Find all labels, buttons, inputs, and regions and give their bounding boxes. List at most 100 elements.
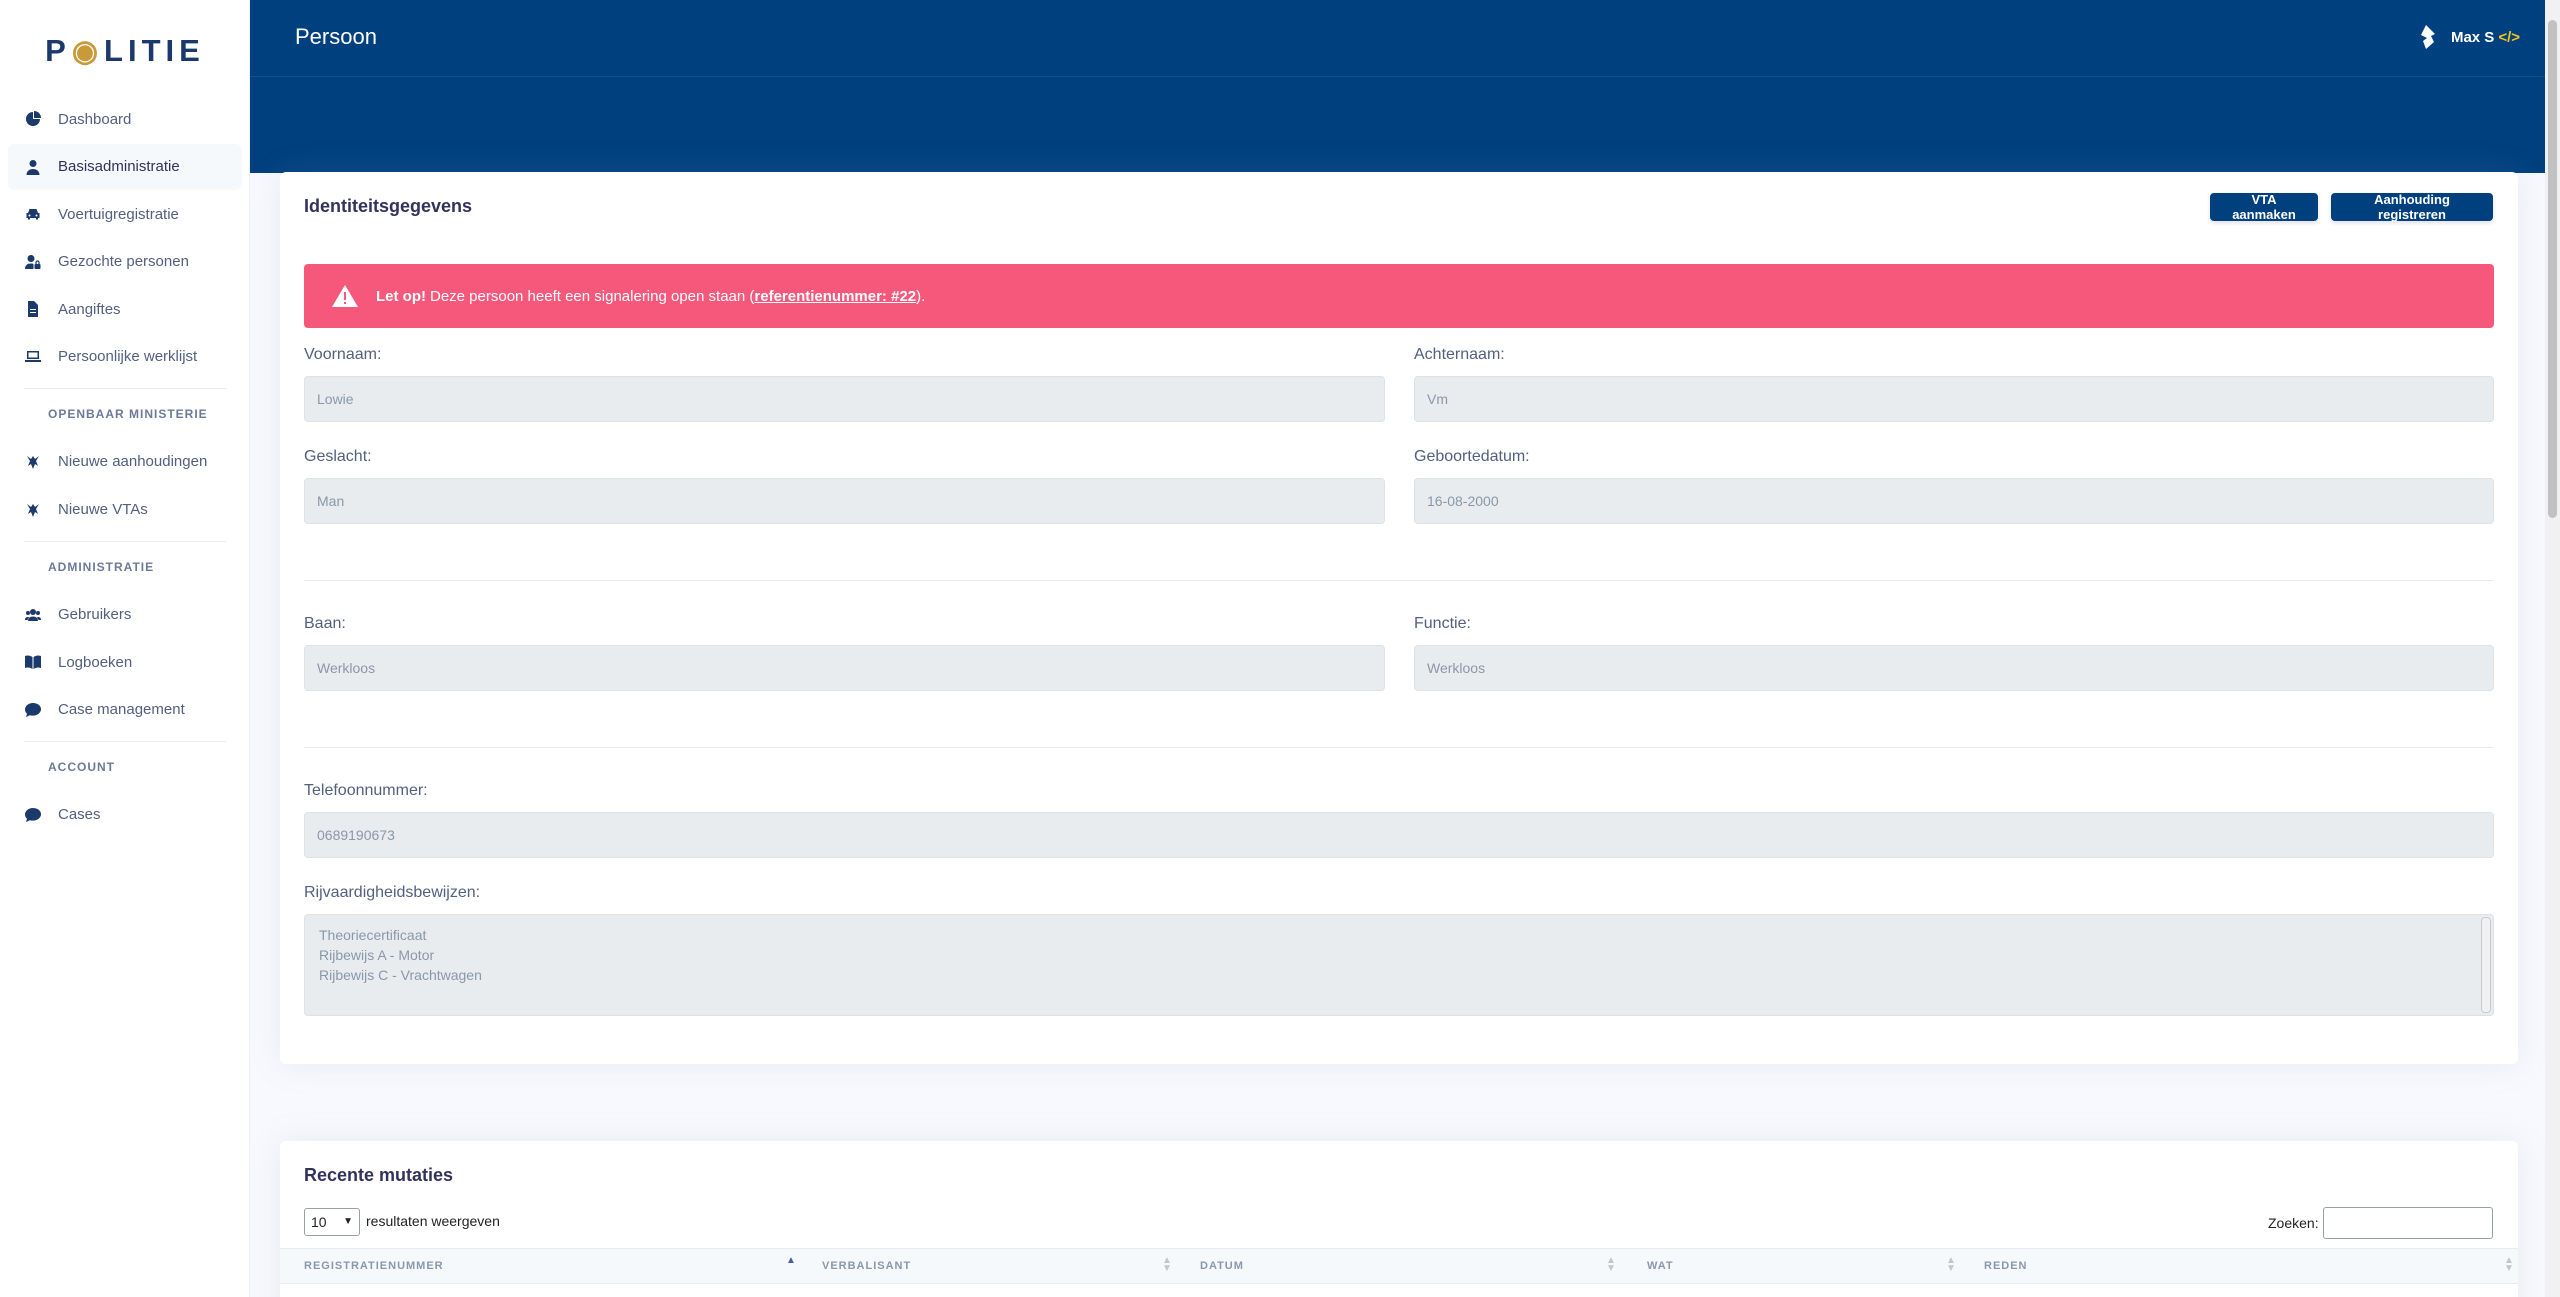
scrollbar-thumb[interactable]: [2548, 20, 2557, 518]
comment-icon: [24, 806, 42, 824]
function-label: Functie:: [1414, 615, 1471, 632]
sidebar-item-voertuigregistratie[interactable]: Voertuigregistratie: [8, 191, 242, 237]
mutations-card-title: Recente mutaties: [304, 1165, 454, 1185]
col-datum[interactable]: DATUM: [1200, 1260, 1244, 1272]
sort-icon[interactable]: ▲ ▼: [1162, 1256, 1172, 1274]
dob-field[interactable]: 16-08-2000: [1414, 478, 2494, 524]
sort-icon[interactable]: ▲ ▼: [1946, 1256, 1956, 1274]
firstname-label: Voornaam:: [304, 346, 382, 363]
user-lock-icon: [24, 253, 42, 271]
sidebar-item-aangiftes[interactable]: Aangiftes: [8, 286, 242, 332]
section-divider: [304, 747, 2494, 748]
licenses-textarea[interactable]: Theoriecertificaat Rijbewijs A - Motor R…: [304, 914, 2494, 1016]
om-emblem-icon: [24, 453, 42, 471]
create-vta-button[interactable]: VTA aanmaken: [2210, 192, 2318, 222]
job-label: Baan:: [304, 615, 346, 632]
sidebar-item-persoonlijke-werklijst[interactable]: Persoonlijke werklijst: [8, 334, 242, 380]
sort-asc-icon[interactable]: ▲: [786, 1256, 796, 1266]
user-name: Max S: [2450, 28, 2495, 46]
user-icon: [24, 158, 42, 176]
sidebar-item-cases[interactable]: Cases: [8, 792, 242, 838]
sidebar-item-gebruikers[interactable]: Gebruikers: [8, 592, 242, 638]
search-label: Zoeken:: [2268, 1215, 2319, 1231]
sort-icon[interactable]: ▲ ▼: [1606, 1256, 1616, 1274]
col-registratienummer[interactable]: REGISTRATIENUMMER: [304, 1260, 444, 1272]
sidebar-item-label: Nieuwe aanhoudingen: [58, 453, 208, 471]
sidebar-item-label: Gebruikers: [58, 606, 132, 624]
sidebar-item-label: Case management: [58, 701, 185, 719]
job-field[interactable]: Werkloos: [304, 645, 1385, 691]
page-length-value: 10: [311, 1214, 327, 1230]
warning-icon: [332, 285, 358, 307]
sidebar-item-label: Nieuwe VTAs: [58, 501, 148, 519]
om-emblem-icon: [24, 501, 42, 519]
register-arrest-button[interactable]: Aanhouding registreren: [2331, 192, 2493, 222]
license-item: Rijbewijs A - Motor: [319, 947, 435, 963]
table-header: REGISTRATIENUMMER ▲ VERBALISANT ▲ ▼ DATUM…: [280, 1248, 2518, 1284]
code-icon: </>: [2498, 28, 2520, 46]
flame-icon: ◉: [71, 34, 104, 68]
textarea-scrollbar[interactable]: [2481, 917, 2491, 1013]
sidebar-item-label: Basisadministratie: [58, 158, 180, 176]
firstname-field[interactable]: Lowie: [304, 376, 1385, 422]
politie-logo[interactable]: P ◉ LITIE: [45, 26, 200, 76]
lastname-field[interactable]: Vm: [1414, 376, 2494, 422]
logo-text-left: P: [45, 33, 71, 68]
sidebar-item-nieuwe-aanhoudingen[interactable]: Nieuwe aanhoudingen: [8, 439, 242, 485]
phone-label: Telefoonnummer:: [304, 782, 428, 799]
col-reden[interactable]: REDEN: [1984, 1260, 2028, 1272]
page-title: Persoon: [295, 24, 377, 49]
sidebar-item-nieuwe-vtas[interactable]: Nieuwe VTAs: [8, 487, 242, 533]
nav-heading-admin: ADMINISTRATIE: [48, 559, 155, 574]
sidebar-item-label: Aangiftes: [58, 300, 121, 318]
chevron-down-icon: ▼: [343, 1216, 353, 1227]
alert-prefix: Let op!: [376, 287, 426, 305]
chart-pie-icon: [24, 110, 42, 128]
col-wat[interactable]: WAT: [1647, 1260, 1674, 1272]
sidebar-item-label: Gezochte personen: [58, 253, 189, 271]
file-icon: [24, 300, 42, 318]
license-item: Rijbewijs C - Vrachtwagen: [319, 967, 482, 983]
car-icon: [24, 205, 42, 223]
function-field[interactable]: Werkloos: [1414, 645, 2494, 691]
nav-heading-om: OPENBAAR MINISTERIE: [48, 406, 208, 421]
sidebar: P ◉ LITIE Dashboard Basisadministratie Voe…: [0, 0, 250, 1297]
signal-alert: Let op! Deze persoon heeft een signaleri…: [304, 264, 2494, 328]
sidebar-item-label: Persoonlijke werklijst: [58, 348, 198, 366]
nav-heading-account: ACCOUNT: [48, 759, 115, 774]
logo-text-right: LITIE: [104, 33, 205, 68]
page-scrollbar[interactable]: [2545, 0, 2560, 1297]
dob-label: Geboortedatum:: [1414, 448, 1530, 465]
sidebar-item-case-management[interactable]: Case management: [8, 687, 242, 733]
identity-card-title: Identiteitsgegevens: [304, 196, 473, 216]
sidebar-item-logboeken[interactable]: Logboeken: [8, 639, 242, 685]
sidebar-item-label: Logboeken: [58, 653, 133, 671]
page-length-select[interactable]: 10 ▼: [304, 1208, 360, 1236]
sidebar-item-label: Cases: [58, 806, 101, 824]
identity-card: Identiteitsgegevens VTA aanmaken Aanhoud…: [280, 172, 2518, 1064]
sidebar-item-gezochte-personen[interactable]: Gezochte personen: [8, 239, 242, 285]
laptop-icon: [24, 348, 42, 366]
user-menu[interactable]: Max S </>: [2415, 24, 2520, 50]
lastname-label: Achternaam:: [1414, 346, 1505, 363]
sidebar-item-dashboard[interactable]: Dashboard: [8, 96, 242, 142]
license-item: Theoriecertificaat: [319, 927, 427, 943]
sort-icon[interactable]: ▲ ▼: [2504, 1256, 2514, 1274]
page-length-text: resultaten weergeven: [366, 1213, 500, 1229]
alert-reference-link[interactable]: referentienummer: #22: [754, 288, 916, 305]
book-icon: [24, 653, 42, 671]
sidebar-item-basisadministratie[interactable]: Basisadministratie: [8, 143, 242, 190]
users-icon: [24, 606, 42, 624]
alert-text: Deze persoon heeft een signalering open …: [430, 287, 755, 305]
search-input[interactable]: [2323, 1207, 2493, 1239]
phone-field[interactable]: 0689190673: [304, 812, 2494, 858]
top-navbar: Persoon Max S </>: [250, 0, 2560, 173]
sidebar-nav: Dashboard Basisadministratie Voertuigreg…: [8, 96, 242, 839]
alert-suffix: ).: [916, 287, 926, 305]
mutations-card: Recente mutaties 10 ▼ resultaten weergev…: [280, 1141, 2518, 1297]
col-verbalisant[interactable]: VERBALISANT: [822, 1260, 911, 1272]
gender-field[interactable]: Man: [304, 478, 1385, 524]
gender-label: Geslacht:: [304, 448, 372, 465]
sidebar-item-label: Dashboard: [58, 110, 132, 128]
comment-icon: [24, 701, 42, 719]
